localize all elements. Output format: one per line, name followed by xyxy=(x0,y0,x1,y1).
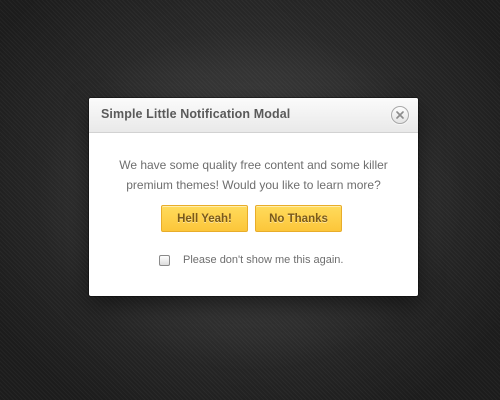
no-thanks-button[interactable]: No Thanks xyxy=(255,205,342,232)
modal-title: Simple Little Notification Modal xyxy=(101,107,291,121)
hell-yeah-button[interactable]: Hell Yeah! xyxy=(161,205,248,232)
modal-message: We have some quality free content and so… xyxy=(105,155,402,195)
dont-show-again: Please don't show me this again. xyxy=(159,253,343,267)
notification-modal: Simple Little Notification Modal We have… xyxy=(89,98,418,296)
close-button[interactable] xyxy=(391,106,409,124)
dont-show-again-checkbox[interactable] xyxy=(159,254,170,266)
close-icon xyxy=(396,111,404,119)
dont-show-again-label[interactable]: Please don't show me this again. xyxy=(183,254,343,266)
modal-header: Simple Little Notification Modal xyxy=(89,98,418,133)
message-line-2: premium themes! Would you like to learn … xyxy=(126,178,381,192)
message-line-1: We have some quality free content and so… xyxy=(119,158,388,172)
